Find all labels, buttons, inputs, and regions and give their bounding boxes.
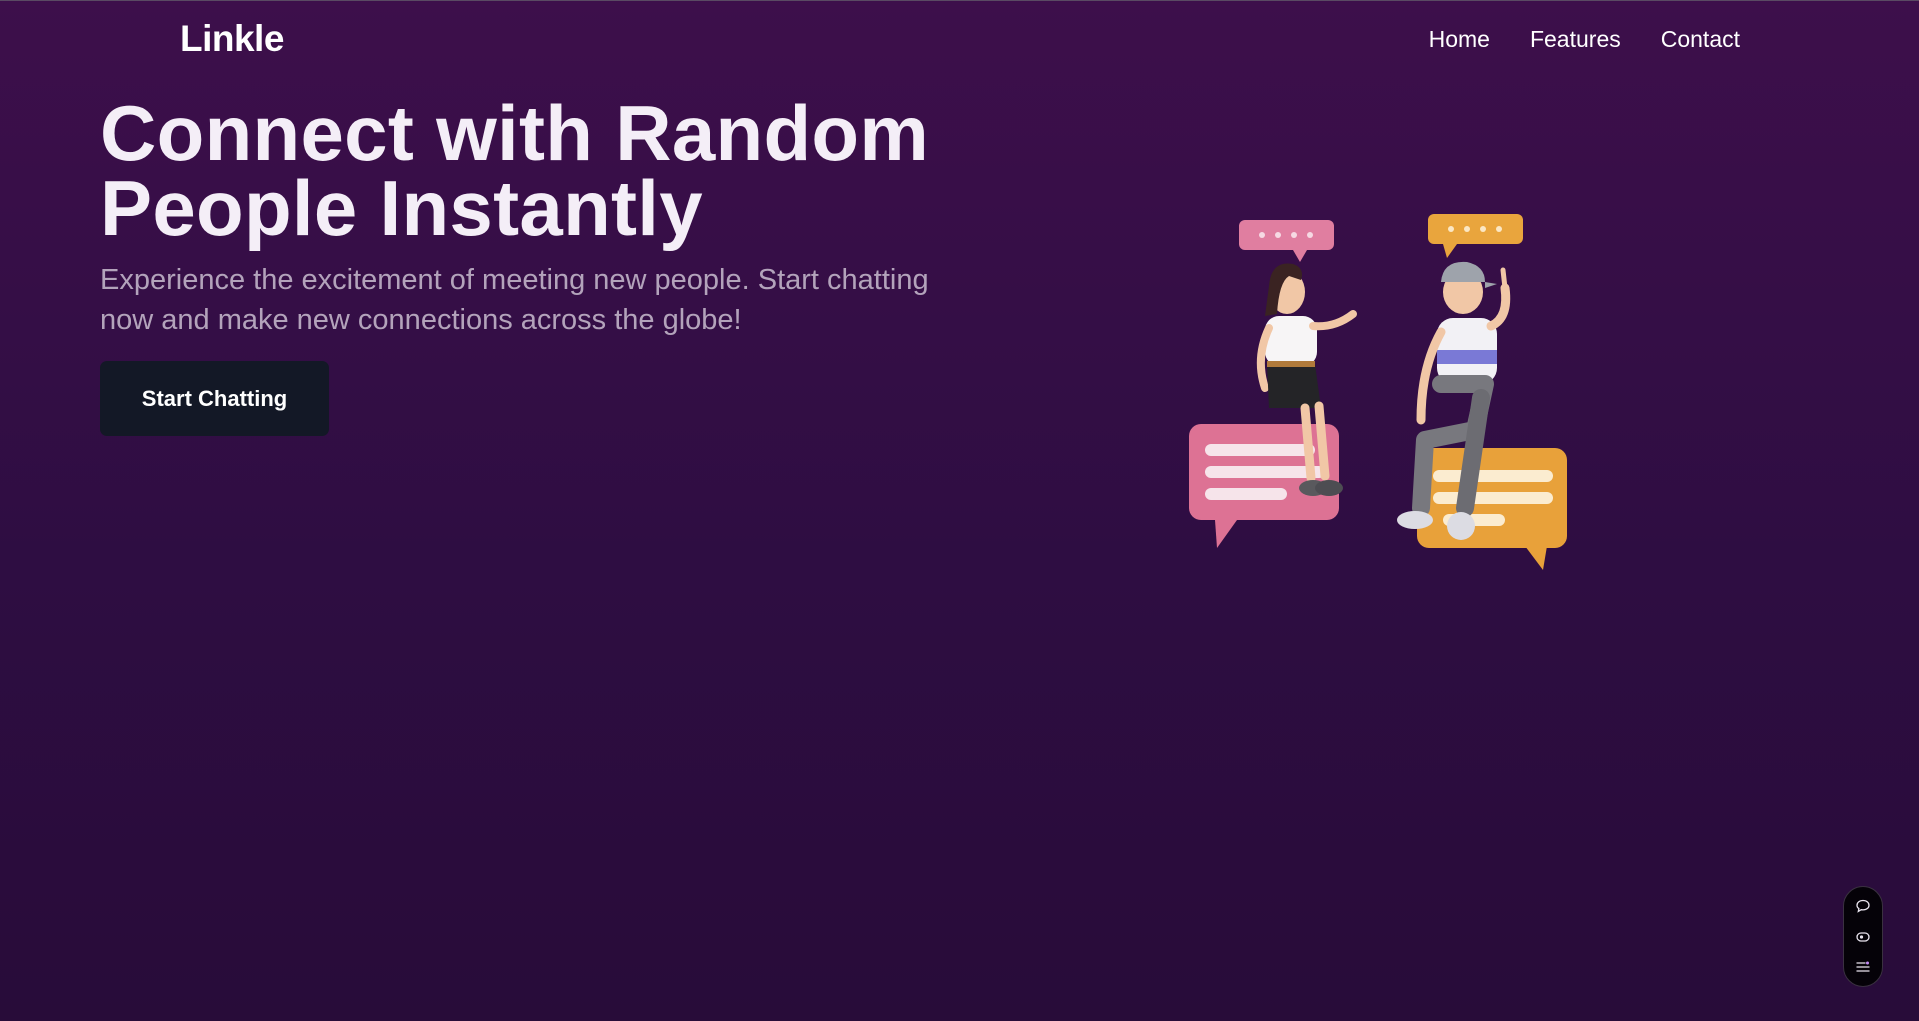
- start-chatting-button[interactable]: Start Chatting: [100, 361, 329, 436]
- hero-title-line-2: People Instantly: [100, 164, 703, 252]
- floating-toolbar: [1843, 886, 1883, 987]
- list-settings-icon[interactable]: [1852, 956, 1874, 978]
- chat-bubble-icon[interactable]: [1852, 895, 1874, 917]
- nav-links: Home Features Contact: [1429, 26, 1740, 53]
- nav-link-features[interactable]: Features: [1530, 26, 1621, 53]
- orange-typing-bubble: [1428, 214, 1523, 258]
- brand-logo[interactable]: Linkle: [180, 18, 284, 60]
- eye-icon[interactable]: [1852, 926, 1874, 948]
- chat-people-illustration: [1189, 214, 1567, 570]
- hero-title: Connect with Random People Instantly: [100, 94, 1000, 247]
- hero-section: Connect with Random People Instantly Exp…: [100, 94, 1000, 340]
- nav-link-contact[interactable]: Contact: [1661, 26, 1740, 53]
- pink-typing-bubble: [1239, 220, 1334, 262]
- navbar: Linkle Home Features Contact: [0, 0, 1919, 82]
- nav-link-home[interactable]: Home: [1429, 26, 1490, 53]
- hero-subtitle: Experience the excitement of meeting new…: [100, 264, 929, 336]
- orange-message-bubble: [1417, 448, 1567, 570]
